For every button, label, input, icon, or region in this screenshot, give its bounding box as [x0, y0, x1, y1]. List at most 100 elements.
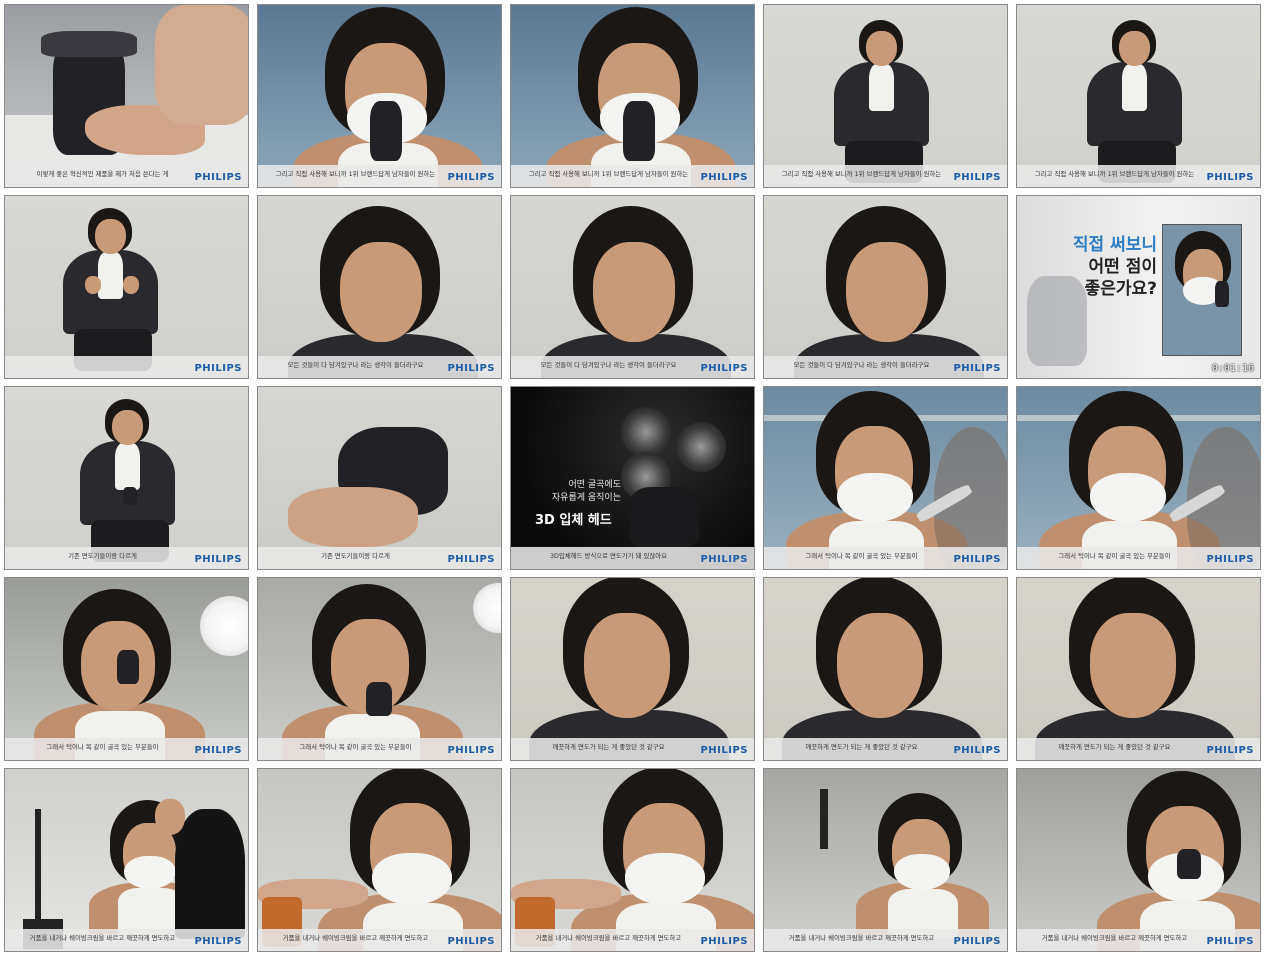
subtitle-bar: PHILIPS	[5, 356, 248, 378]
philips-logo: PHILIPS	[1206, 554, 1254, 565]
video-frame-thumbnail[interactable]: 기존 면도기들이랑 다르게 PHILIPS	[257, 386, 502, 570]
subtitle-bar: 거품을 내거나 쉐이빙크림을 바르고 깨끗하게 면도하고 PHILIPS	[764, 929, 1007, 951]
video-frame-thumbnail[interactable]: 기존 면도기들이랑 다르게 PHILIPS	[4, 386, 249, 570]
video-frame-thumbnail[interactable]: 깨끗하게 면도가 되는 게 좋았던 것 같구요 PHILIPS	[1016, 577, 1261, 761]
philips-logo: PHILIPS	[953, 172, 1001, 183]
subtitle-text: 그리고 직접 사용해 보니까 1위 브랜드답게 남자들이 원하는	[528, 170, 689, 178]
subtitle-text: 깨끗하게 면도가 되는 게 좋았던 것 같구요	[1058, 743, 1171, 751]
video-frame-thumbnail[interactable]: 거품을 내거나 쉐이빙크림을 바르고 깨끗하게 면도하고 PHILIPS	[510, 768, 755, 952]
video-frame-thumbnail[interactable]: 그리고 직접 사용해 보니까 1위 브랜드답게 남자들이 원하는 PHILIPS	[510, 4, 755, 188]
headline-line: 좋은가요?	[1084, 279, 1157, 299]
face	[865, 30, 897, 67]
philips-logo: PHILIPS	[447, 172, 495, 183]
video-frame-thumbnail[interactable]: 직접 써보니 어떤 점이 좋은가요? 0:01:16	[1016, 195, 1261, 379]
face	[340, 242, 422, 342]
hand	[85, 276, 101, 294]
face	[94, 218, 126, 255]
video-frame-thumbnail[interactable]: 그래서 턱이나 목 같이 굴곡 있는 부분들이 PHILIPS	[763, 386, 1008, 570]
hand	[123, 276, 139, 294]
subtitle-bar: 그리고 직접 사용해 보니까 1위 브랜드답게 남자들이 원하는 PHILIPS	[764, 165, 1007, 187]
video-frame-thumbnail[interactable]: 그리고 직접 사용해 보니까 1위 브랜드답게 남자들이 원하는 PHILIPS	[1016, 4, 1261, 188]
philips-logo: PHILIPS	[447, 554, 495, 565]
philips-logo: PHILIPS	[194, 745, 242, 756]
shaver	[123, 487, 137, 505]
video-frame-thumbnail[interactable]: 그리고 직접 사용해 보니까 1위 브랜드답게 남자들이 원하는 PHILIPS	[763, 4, 1008, 188]
philips-logo: PHILIPS	[447, 745, 495, 756]
face	[593, 242, 675, 342]
face	[583, 613, 670, 719]
video-frame-thumbnail[interactable]: 거품을 내거나 쉐이빙크림을 바르고 깨끗하게 면도하고 PHILIPS	[1016, 768, 1261, 952]
light-stand	[820, 789, 828, 849]
shaver-head	[676, 422, 726, 472]
subtitle-bar: 그래서 턱이나 목 같이 굴곡 있는 부분들이 PHILIPS	[1017, 547, 1260, 569]
shirt	[1121, 64, 1147, 112]
video-frame-thumbnail[interactable]: 그래서 턱이나 목 같이 굴곡 있는 부분들이 PHILIPS	[4, 577, 249, 761]
subtitle-text: 3D입체헤드 방식으로 면도가가 돼 있잖아요	[549, 552, 668, 560]
promo-line: 자유롭게 움직이는	[551, 493, 621, 503]
video-frame-thumbnail[interactable]: 거품을 내거나 쉐이빙크림을 바르고 깨끗하게 면도하고 PHILIPS	[4, 768, 249, 952]
subtitle-bar: 그리고 직접 사용해 보니까 1위 브랜드답게 남자들이 원하는 PHILIPS	[1017, 165, 1260, 187]
subtitle-bar: 3D입체헤드 방식으로 면도가가 돼 있잖아요 PHILIPS	[511, 547, 754, 569]
video-frame-thumbnail[interactable]: 모든 것들이 다 담겨있구나 라는 생각이 들더라구요 PHILIPS	[510, 195, 755, 379]
subtitle-bar: 기존 면도기들이랑 다르게 PHILIPS	[5, 547, 248, 569]
subtitle-text: 거품을 내거나 쉐이빙크림을 바르고 깨끗하게 면도하고	[282, 934, 429, 942]
photo-frame	[1162, 224, 1242, 356]
subtitle-text: 거품을 내거나 쉐이빙크림을 바르고 깨끗하게 면도하고	[535, 934, 682, 942]
shaver	[366, 682, 392, 716]
subtitle-bar: 거품을 내거나 쉐이빙크림을 바르고 깨끗하게 면도하고 PHILIPS	[5, 929, 248, 951]
philips-logo: PHILIPS	[953, 936, 1001, 947]
subtitle-text: 그래서 턱이나 목 같이 굴곡 있는 부분들이	[299, 743, 412, 751]
promo-title: 3D 입체 헤드	[535, 513, 612, 528]
video-frame-thumbnail[interactable]: 이렇게 좋은 혁신적인 제품을 제가 처음 쓴다는 게 PHILIPS	[4, 4, 249, 188]
video-frame-thumbnail[interactable]: 깨끗하게 면도가 되는 게 좋았던 것 같구요 PHILIPS	[763, 577, 1008, 761]
shaver	[623, 101, 655, 161]
subtitle-text: 거품을 내거나 쉐이빙크림을 바르고 깨끗하게 면도하고	[788, 934, 935, 942]
video-frame-thumbnail[interactable]: 깨끗하게 면도가 되는 게 좋았던 것 같구요 PHILIPS	[510, 577, 755, 761]
philips-logo: PHILIPS	[194, 363, 242, 374]
subtitle-text: 기존 면도기들이랑 다르게	[321, 552, 390, 560]
subtitle-bar: 그리고 직접 사용해 보니까 1위 브랜드답게 남자들이 원하는 PHILIPS	[511, 165, 754, 187]
shaver	[370, 101, 402, 161]
subtitle-bar: 모든 것들이 다 담겨있구나 라는 생각이 들더라구요 PHILIPS	[764, 356, 1007, 378]
shirt	[114, 443, 140, 491]
subtitle-text: 깨끗하게 면도가 되는 게 좋았던 것 같구요	[805, 743, 918, 751]
video-frame-thumbnail[interactable]: 그래서 턱이나 목 같이 굴곡 있는 부분들이 PHILIPS	[1016, 386, 1261, 570]
video-frame-thumbnail[interactable]: 그리고 직접 사용해 보니까 1위 브랜드답게 남자들이 원하는 PHILIPS	[257, 4, 502, 188]
philips-logo: PHILIPS	[1206, 172, 1254, 183]
video-frame-thumbnail[interactable]: 모든 것들이 다 담겨있구나 라는 생각이 들더라구요 PHILIPS	[763, 195, 1008, 379]
video-frame-thumbnail[interactable]: 어떤 굴곡에도자유롭게 움직이는 3D 입체 헤드 3D입체헤드 방식으로 면도가가…	[510, 386, 755, 570]
video-frame-thumbnail[interactable]: 거품을 내거나 쉐이빙크림을 바르고 깨끗하게 면도하고 PHILIPS	[257, 768, 502, 952]
philips-logo: PHILIPS	[194, 554, 242, 565]
shirt	[868, 64, 894, 112]
subtitle-text: 그래서 턱이나 목 같이 굴곡 있는 부분들이	[46, 743, 159, 751]
philips-logo: PHILIPS	[700, 554, 748, 565]
shaver	[1177, 849, 1201, 879]
subtitle-text: 이렇게 좋은 혁신적인 제품을 제가 처음 쓴다는 게	[36, 170, 169, 178]
video-frame-thumbnail[interactable]: 모든 것들이 다 담겨있구나 라는 생각이 들더라구요 PHILIPS	[257, 195, 502, 379]
face	[1089, 613, 1176, 719]
video-frame-thumbnail[interactable]: 거품을 내거나 쉐이빙크림을 바르고 깨끗하게 면도하고 PHILIPS	[763, 768, 1008, 952]
shaver-body	[629, 487, 699, 547]
makeup-artist	[175, 809, 245, 939]
video-frame-thumbnail[interactable]: 그래서 턱이나 목 같이 굴곡 있는 부분들이 PHILIPS	[257, 577, 502, 761]
philips-logo: PHILIPS	[700, 936, 748, 947]
face	[1118, 30, 1150, 67]
face	[846, 242, 928, 342]
subtitle-text: 모든 것들이 다 담겨있구나 라는 생각이 들더라구요	[793, 361, 930, 369]
video-frame-thumbnail[interactable]: PHILIPS	[4, 195, 249, 379]
subtitle-text: 거품을 내거나 쉐이빙크림을 바르고 깨끗하게 면도하고	[29, 934, 176, 942]
headline-line: 어떤 점이	[1088, 257, 1157, 277]
subtitle-bar: 그래서 턱이나 목 같이 굴곡 있는 부분들이 PHILIPS	[5, 738, 248, 760]
subtitle-bar: 깨끗하게 면도가 되는 게 좋았던 것 같구요 PHILIPS	[764, 738, 1007, 760]
promo-line: 어떤 굴곡에도	[568, 480, 621, 490]
philips-logo: PHILIPS	[700, 363, 748, 374]
face	[111, 409, 143, 446]
subtitle-bar: 거품을 내거나 쉐이빙크림을 바르고 깨끗하게 면도하고 PHILIPS	[511, 929, 754, 951]
subtitle-bar: 깨끗하게 면도가 되는 게 좋았던 것 같구요 PHILIPS	[1017, 738, 1260, 760]
philips-logo: PHILIPS	[1206, 936, 1254, 947]
philips-logo: PHILIPS	[194, 172, 242, 183]
subtitle-bar: 깨끗하게 면도가 되는 게 좋았던 것 같구요 PHILIPS	[511, 738, 754, 760]
subtitle-bar: 모든 것들이 다 담겨있구나 라는 생각이 들더라구요 PHILIPS	[258, 356, 501, 378]
subtitle-text: 모든 것들이 다 담겨있구나 라는 생각이 들더라구요	[540, 361, 677, 369]
forearm	[155, 5, 248, 125]
